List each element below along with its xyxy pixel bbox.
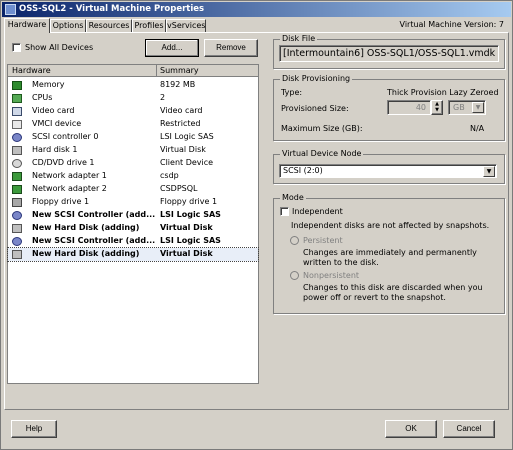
hardware-row-floppy-drive-1[interactable]: Floppy drive 1 Floppy drive 1	[8, 196, 258, 209]
independent-checkbox[interactable]	[280, 207, 289, 216]
hard-disk-icon	[12, 224, 22, 233]
persistent-label: Persistent	[303, 236, 343, 245]
video-card-icon	[12, 107, 22, 116]
hardware-row-vmci-device[interactable]: VMCI device Restricted	[8, 118, 258, 131]
persistent-radio[interactable]	[290, 236, 299, 245]
maximum-size-value: N/A	[470, 124, 485, 133]
window-title: OSS-SQL2 - Virtual Machine Properties	[19, 4, 205, 14]
nonpersistent-description: Changes to this disk are discarded when …	[303, 283, 483, 302]
disk-file-title: Disk File	[280, 34, 318, 43]
cd-dvd-icon	[12, 159, 22, 168]
virtual-device-node-title: Virtual Device Node	[280, 149, 364, 158]
disk-file-path: [Intermountain6] OSS-SQL1/OSS-SQL1.vmdk	[279, 45, 499, 62]
disk-provisioning-title: Disk Provisioning	[280, 74, 353, 83]
title-bar: OSS-SQL2 - Virtual Machine Properties	[2, 2, 511, 17]
hardware-row-hard-disk-1[interactable]: Hard disk 1 Virtual Disk	[8, 144, 258, 157]
chevron-down-icon: ▼	[472, 102, 484, 113]
maximum-size-label: Maximum Size (GB):	[281, 124, 363, 133]
hardware-row-new-scsi-controller-1[interactable]: New SCSI Controller (add... LSI Logic SA…	[8, 209, 258, 222]
cpu-icon	[12, 94, 22, 103]
persistent-description: Changes are immediately and permanently …	[303, 248, 477, 267]
virtual-device-node-select[interactable]: SCSI (2:0) ▼	[279, 164, 497, 178]
vm-app-icon	[5, 4, 16, 15]
chevron-down-icon[interactable]: ▼	[483, 166, 495, 177]
scsi-controller-icon	[12, 133, 22, 142]
vm-properties-window: OSS-SQL2 - Virtual Machine Properties Ha…	[0, 0, 513, 450]
hard-disk-icon	[12, 250, 22, 259]
hardware-list: Hardware Summary Memory 8192 MB CPUs 2 V…	[7, 64, 259, 384]
provisioned-size-label: Provisioned Size:	[281, 104, 349, 113]
tab-resources[interactable]: Resources	[86, 19, 132, 33]
provisioning-type-label: Type:	[281, 88, 303, 97]
tab-vservices[interactable]: vServices	[166, 19, 206, 33]
provisioned-size-stepper[interactable]: 40	[387, 100, 431, 115]
hardware-row-scsi-controller-0[interactable]: SCSI controller 0 LSI Logic SAS	[8, 131, 258, 144]
hard-disk-icon	[12, 146, 22, 155]
size-spin-buttons[interactable]: ▲ ▼	[431, 100, 443, 115]
column-header-summary[interactable]: Summary	[160, 66, 199, 75]
nonpersistent-radio[interactable]	[290, 271, 299, 280]
vmci-icon	[12, 120, 22, 129]
nonpersistent-label: Nonpersistent	[303, 271, 360, 280]
show-all-devices-label: Show All Devices	[25, 43, 94, 52]
network-adapter-icon	[12, 185, 22, 194]
cancel-button[interactable]: Cancel	[443, 420, 495, 438]
hardware-list-header: Hardware Summary	[8, 65, 258, 77]
provisioning-type-value: Thick Provision Lazy Zeroed	[387, 88, 499, 97]
hardware-row-network-adapter-2[interactable]: Network adapter 2 CSDPSQL	[8, 183, 258, 196]
add-button[interactable]: Add...	[145, 39, 199, 57]
hardware-row-new-scsi-controller-2[interactable]: New SCSI Controller (add... LSI Logic SA…	[8, 235, 258, 248]
help-button[interactable]: Help	[11, 420, 57, 438]
remove-button[interactable]: Remove	[204, 39, 258, 57]
mode-title: Mode	[280, 193, 306, 202]
tab-options[interactable]: Options	[50, 19, 86, 33]
hardware-row-cd-dvd-drive-1[interactable]: CD/DVD drive 1 Client Device	[8, 157, 258, 170]
ok-button[interactable]: OK	[385, 420, 437, 438]
hardware-row-memory[interactable]: Memory 8192 MB	[8, 79, 258, 92]
size-unit-select[interactable]: GB ▼	[448, 100, 486, 115]
hardware-row-network-adapter-1[interactable]: Network adapter 1 csdp	[8, 170, 258, 183]
vm-version-label: Virtual Machine Version: 7	[399, 20, 504, 29]
floppy-icon	[12, 198, 22, 207]
scsi-controller-icon	[12, 211, 22, 220]
hardware-row-video-card[interactable]: Video card Video card	[8, 105, 258, 118]
memory-icon	[12, 81, 22, 90]
independent-description: Independent disks are not affected by sn…	[291, 221, 490, 230]
independent-label: Independent	[292, 207, 343, 216]
network-adapter-icon	[12, 172, 22, 181]
tab-profiles[interactable]: Profiles	[132, 19, 166, 33]
column-header-hardware[interactable]: Hardware	[12, 66, 51, 75]
tab-hardware[interactable]: Hardware	[4, 18, 50, 33]
scsi-controller-icon	[12, 237, 22, 246]
hardware-row-new-hard-disk-1[interactable]: New Hard Disk (adding) Virtual Disk	[8, 222, 258, 235]
show-all-devices-checkbox[interactable]	[12, 43, 21, 52]
hardware-row-cpus[interactable]: CPUs 2	[8, 92, 258, 105]
hardware-row-new-hard-disk-2[interactable]: New Hard Disk (adding) Virtual Disk	[7, 247, 259, 262]
